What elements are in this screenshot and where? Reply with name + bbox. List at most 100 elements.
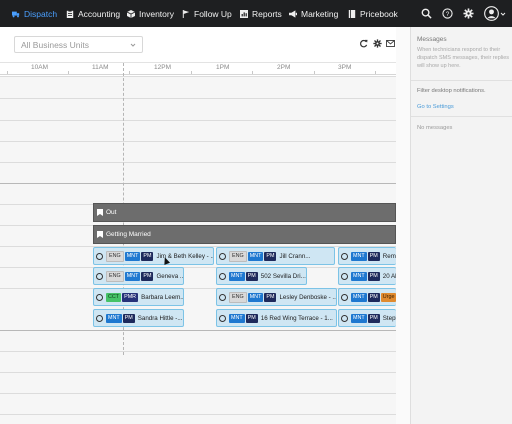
clock-icon [219, 293, 226, 301]
nav-inventory[interactable]: Inventory [127, 0, 174, 27]
hour-label: 10AM [31, 64, 48, 71]
clock-icon [341, 293, 348, 301]
job-title: 20 Al... [382, 272, 396, 280]
hour-label: 12PM [154, 64, 171, 71]
job-tag: MNT [106, 313, 122, 323]
clock-icon [341, 252, 348, 260]
job-tag: MNT [247, 251, 264, 261]
clock-icon [219, 272, 226, 280]
time-tick [191, 71, 192, 74]
job-tag: CCT [106, 292, 122, 302]
job-tag: PM [245, 271, 258, 281]
row-divider [0, 414, 396, 415]
truck-icon [12, 11, 20, 17]
book-icon [348, 9, 356, 18]
job-card[interactable]: ENG MNT PM Jim & Beth Kelley - ... [93, 247, 214, 265]
non-job-event-out[interactable]: Out [93, 203, 396, 222]
settings-link[interactable]: Go to Settings [417, 104, 454, 110]
event-label: Getting Married [106, 231, 151, 238]
row-divider [0, 267, 396, 268]
clipboard-icon [66, 9, 74, 18]
top-navigation: Dispatch Accounting Inventory Follow Up … [0, 0, 512, 27]
job-card[interactable]: MNT PM 502 Sevilla Dri... [216, 267, 307, 285]
job-card[interactable]: MNT PM Urge [338, 288, 396, 306]
hour-label: 1PM [216, 64, 230, 71]
nav-accounting[interactable]: Accounting [66, 0, 120, 27]
time-tick [252, 71, 253, 74]
job-title: Sandra Hittle -... [137, 314, 183, 322]
divider [411, 116, 512, 117]
search-icon[interactable] [421, 8, 432, 19]
time-tick [129, 71, 130, 74]
nav-inventory-label: Inventory [139, 8, 174, 19]
nav-reports[interactable]: Reports [240, 0, 282, 27]
time-tick [68, 71, 69, 74]
help-icon[interactable]: ? [442, 8, 453, 19]
messages-title: Messages [417, 36, 447, 43]
job-tag: ENG [106, 270, 124, 282]
time-tick [375, 71, 376, 74]
row-divider [0, 393, 396, 394]
job-tag: MNT [229, 313, 245, 323]
box-icon [127, 9, 135, 18]
job-tag: PM [367, 271, 380, 281]
nav-follow-up[interactable]: Follow Up [182, 0, 232, 27]
clock-icon [96, 272, 103, 280]
time-tick [7, 71, 8, 74]
time-header: 10AM 11AM 12PM 1PM 2PM 3PM [0, 63, 396, 75]
job-card[interactable]: ENG MNT PM Geneva ... [93, 267, 184, 285]
job-tag: MNT [247, 292, 264, 302]
job-tag: MNT [124, 271, 141, 281]
row-divider [0, 141, 396, 142]
nav-accounting-label: Accounting [78, 8, 121, 19]
refresh-icon[interactable] [359, 39, 368, 48]
job-title: Geneva ... [156, 272, 183, 280]
non-job-event-getting-married[interactable]: Getting Married [93, 225, 396, 244]
gear-icon[interactable] [463, 8, 474, 19]
job-title: 16 Red Wing Terrace - 1... [260, 314, 333, 322]
mail-icon[interactable] [386, 40, 395, 47]
job-tag: MNT [229, 271, 245, 281]
job-tag: PM [367, 313, 380, 323]
job-tag: ENG [229, 250, 247, 262]
job-title: 502 Sevilla Dri... [260, 272, 306, 280]
job-title: Lesley Denboske - ... [279, 293, 336, 301]
account-menu[interactable] [484, 0, 506, 27]
job-card[interactable]: ENG MNT PM Lesley Denboske - ... [216, 288, 337, 306]
row-divider [0, 372, 396, 373]
business-units-placeholder: All Business Units [21, 39, 90, 50]
nav-pricebook-label: Pricebook [360, 8, 398, 19]
nav-marketing[interactable]: Marketing [289, 0, 338, 27]
job-card[interactable]: ENG MNT PM Jill Crann... [216, 247, 335, 265]
avatar-icon [484, 6, 499, 21]
job-tag: PMR [122, 292, 139, 302]
job-tag: ENG [229, 291, 247, 303]
job-card[interactable]: MNT PM Remo... [338, 247, 396, 265]
business-units-select[interactable]: All Business Units [14, 36, 143, 53]
hour-label: 3PM [338, 64, 352, 71]
job-tag: PM [141, 251, 154, 261]
job-card[interactable]: MNT PM Steph... [338, 309, 396, 327]
clock-icon [341, 314, 348, 322]
row-divider [0, 351, 396, 352]
row-divider [0, 76, 396, 77]
job-card[interactable]: CCT PMR Barbara Leem... [93, 288, 184, 306]
bookmark-icon [97, 209, 103, 216]
job-card[interactable]: MNT PM Sandra Hittle -... [93, 309, 184, 327]
job-card[interactable]: MNT PM 20 Al... [338, 267, 396, 285]
job-title: Jill Crann... [279, 252, 311, 260]
hour-label: 2PM [277, 64, 291, 71]
settings-icon[interactable] [373, 39, 382, 48]
job-tag: MNT [351, 313, 367, 323]
nav-reports-label: Reports [252, 8, 282, 19]
megaphone-icon [289, 9, 297, 18]
dispatch-toolbar: All Business Units [0, 27, 396, 63]
job-tag: MNT [124, 251, 141, 261]
messages-panel: Messages When technicians respond to the… [396, 27, 512, 424]
nav-pricebook[interactable]: Pricebook [348, 0, 398, 27]
chevron-down-icon [130, 43, 136, 47]
row-divider [0, 330, 396, 331]
job-tag: PM [367, 251, 380, 261]
nav-dispatch[interactable]: Dispatch [12, 0, 57, 27]
job-card[interactable]: MNT PM 16 Red Wing Terrace - 1... [216, 309, 337, 327]
